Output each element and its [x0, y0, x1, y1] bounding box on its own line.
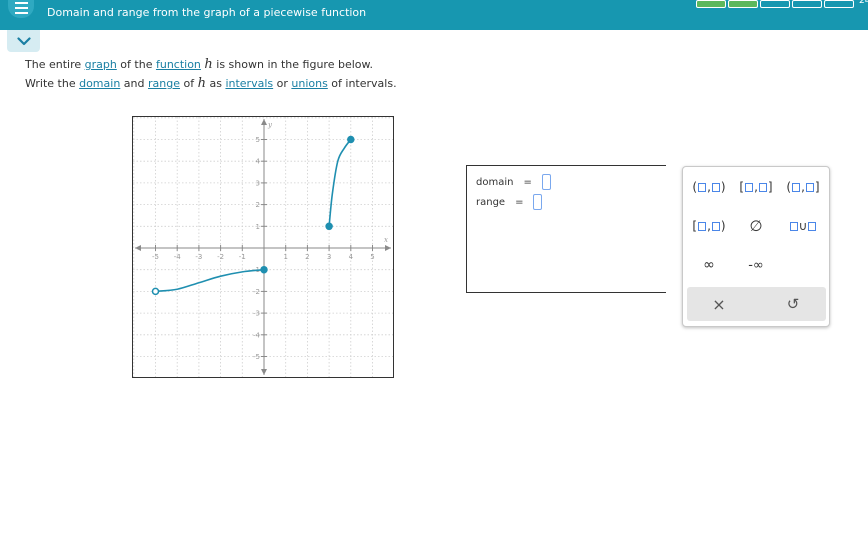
closed-open-interval-key[interactable]: [,) — [691, 216, 727, 236]
x-tick-label: 3 — [327, 253, 331, 261]
function-variable: h — [204, 57, 213, 72]
graph-link[interactable]: graph — [85, 58, 117, 71]
y-tick-label: 3 — [256, 179, 260, 187]
union-key[interactable]: ∪ — [785, 216, 821, 236]
keypad-actions: × ↺ — [687, 287, 826, 321]
closed-endpoint — [260, 265, 268, 274]
y-axis-arrow-bottom — [261, 369, 267, 375]
domain-row: domain = — [476, 174, 551, 190]
intervals-link[interactable]: intervals — [225, 77, 273, 90]
progress-segment — [728, 0, 758, 8]
prompt-text: The entire — [25, 58, 85, 71]
range-row: range = — [476, 194, 543, 210]
open-open-interval-key[interactable]: (,) — [691, 177, 727, 197]
x-tick-label: -2 — [217, 253, 224, 261]
domain-label: domain — [476, 176, 514, 188]
x-axis-arrow-left — [135, 245, 141, 251]
y-tick-label: 2 — [256, 201, 260, 209]
clear-icon[interactable]: × — [709, 294, 729, 314]
function-variable: h — [197, 76, 206, 91]
progress-count: 24 — [859, 0, 868, 6]
math-keypad: (,) [,] (,] [,) ∅ ∪ ∞ -∞ × ↺ — [682, 166, 830, 327]
y-tick-label: -3 — [253, 310, 260, 318]
infinity-key[interactable]: ∞ — [696, 255, 722, 275]
prompt-text: of the — [116, 58, 156, 71]
x-tick-label: -1 — [239, 253, 246, 261]
y-tick-label: 1 — [256, 223, 260, 231]
y-tick-label: 4 — [256, 158, 261, 166]
range-link[interactable]: range — [148, 77, 180, 90]
chevron-down-icon — [16, 36, 31, 45]
y-axis-arrow-top — [261, 119, 267, 125]
prompt-text: of — [180, 77, 198, 90]
prompt-line-1: The entire graph of the function h is sh… — [25, 57, 373, 72]
progress-segment — [824, 0, 854, 8]
equals-sign: = — [515, 196, 524, 208]
prompt-text: of intervals. — [327, 77, 397, 90]
prompt-text: and — [120, 77, 148, 90]
prompt-text: or — [273, 77, 292, 90]
y-tick-label: -5 — [253, 353, 260, 361]
unions-link[interactable]: unions — [291, 77, 327, 90]
x-tick-label: 2 — [305, 253, 309, 261]
graph-canvas: -5 -4 -3 -2 -1 1 2 3 4 554321-1-2-3-4-5xy — [133, 117, 393, 377]
open-endpoint — [151, 287, 160, 296]
range-input[interactable] — [533, 194, 543, 210]
top-bar: Domain and range from the graph of a pie… — [0, 0, 868, 30]
y-tick-label: 5 — [256, 136, 260, 144]
domain-link[interactable]: domain — [79, 77, 120, 90]
x-tick-label: -4 — [174, 253, 182, 261]
menu-icon-line — [14, 2, 28, 4]
undo-icon[interactable]: ↺ — [783, 294, 803, 314]
menu-button[interactable] — [8, 0, 34, 18]
domain-input[interactable] — [541, 174, 551, 190]
prompt-text: is shown in the figure below. — [212, 58, 373, 71]
menu-icon-line — [14, 12, 28, 14]
prompt-text: as — [205, 77, 226, 90]
x-tick-label: -5 — [152, 253, 159, 261]
union-symbol: ∪ — [798, 219, 808, 233]
open-closed-interval-key[interactable]: (,] — [785, 177, 821, 197]
prompt-line-2: Write the domain and range of h as inter… — [25, 76, 397, 91]
progress-bar — [696, 0, 854, 8]
function-graph: -5 -4 -3 -2 -1 1 2 3 4 5 5 4 3 2 1 -1 -2 -3 -4 -5 x y — [132, 116, 394, 378]
equals-sign: = — [523, 176, 532, 188]
x-axis-arrow-right — [385, 245, 391, 251]
function-curve — [155, 268, 265, 293]
progress-segment — [696, 0, 726, 8]
x-tick-label: 4 — [349, 253, 354, 261]
menu-icon-line — [14, 7, 28, 9]
function-link[interactable]: function — [156, 58, 201, 71]
closed-endpoint — [325, 222, 333, 231]
x-tick-label: -3 — [195, 253, 202, 261]
negative-infinity-key[interactable]: -∞ — [741, 255, 771, 275]
range-label: range — [476, 196, 506, 208]
x-axis-label: x — [384, 236, 388, 244]
y-axis-label: y — [267, 121, 273, 129]
closed-closed-interval-key[interactable]: [,] — [738, 177, 774, 197]
answer-panel: domain = range = — [466, 165, 666, 293]
progress-segment — [792, 0, 822, 8]
progress-segment — [760, 0, 790, 8]
prompt-text: Write the — [25, 77, 80, 90]
y-tick-label: -4 — [253, 331, 261, 339]
x-tick-label: 1 — [283, 253, 287, 261]
closed-endpoint — [347, 135, 355, 144]
y-tick-label: -2 — [253, 288, 260, 296]
topic-title: Domain and range from the graph of a pie… — [47, 6, 367, 19]
empty-set-key[interactable]: ∅ — [743, 216, 769, 236]
collapse-button[interactable] — [7, 30, 40, 52]
x-tick-label: 5 — [370, 253, 374, 261]
